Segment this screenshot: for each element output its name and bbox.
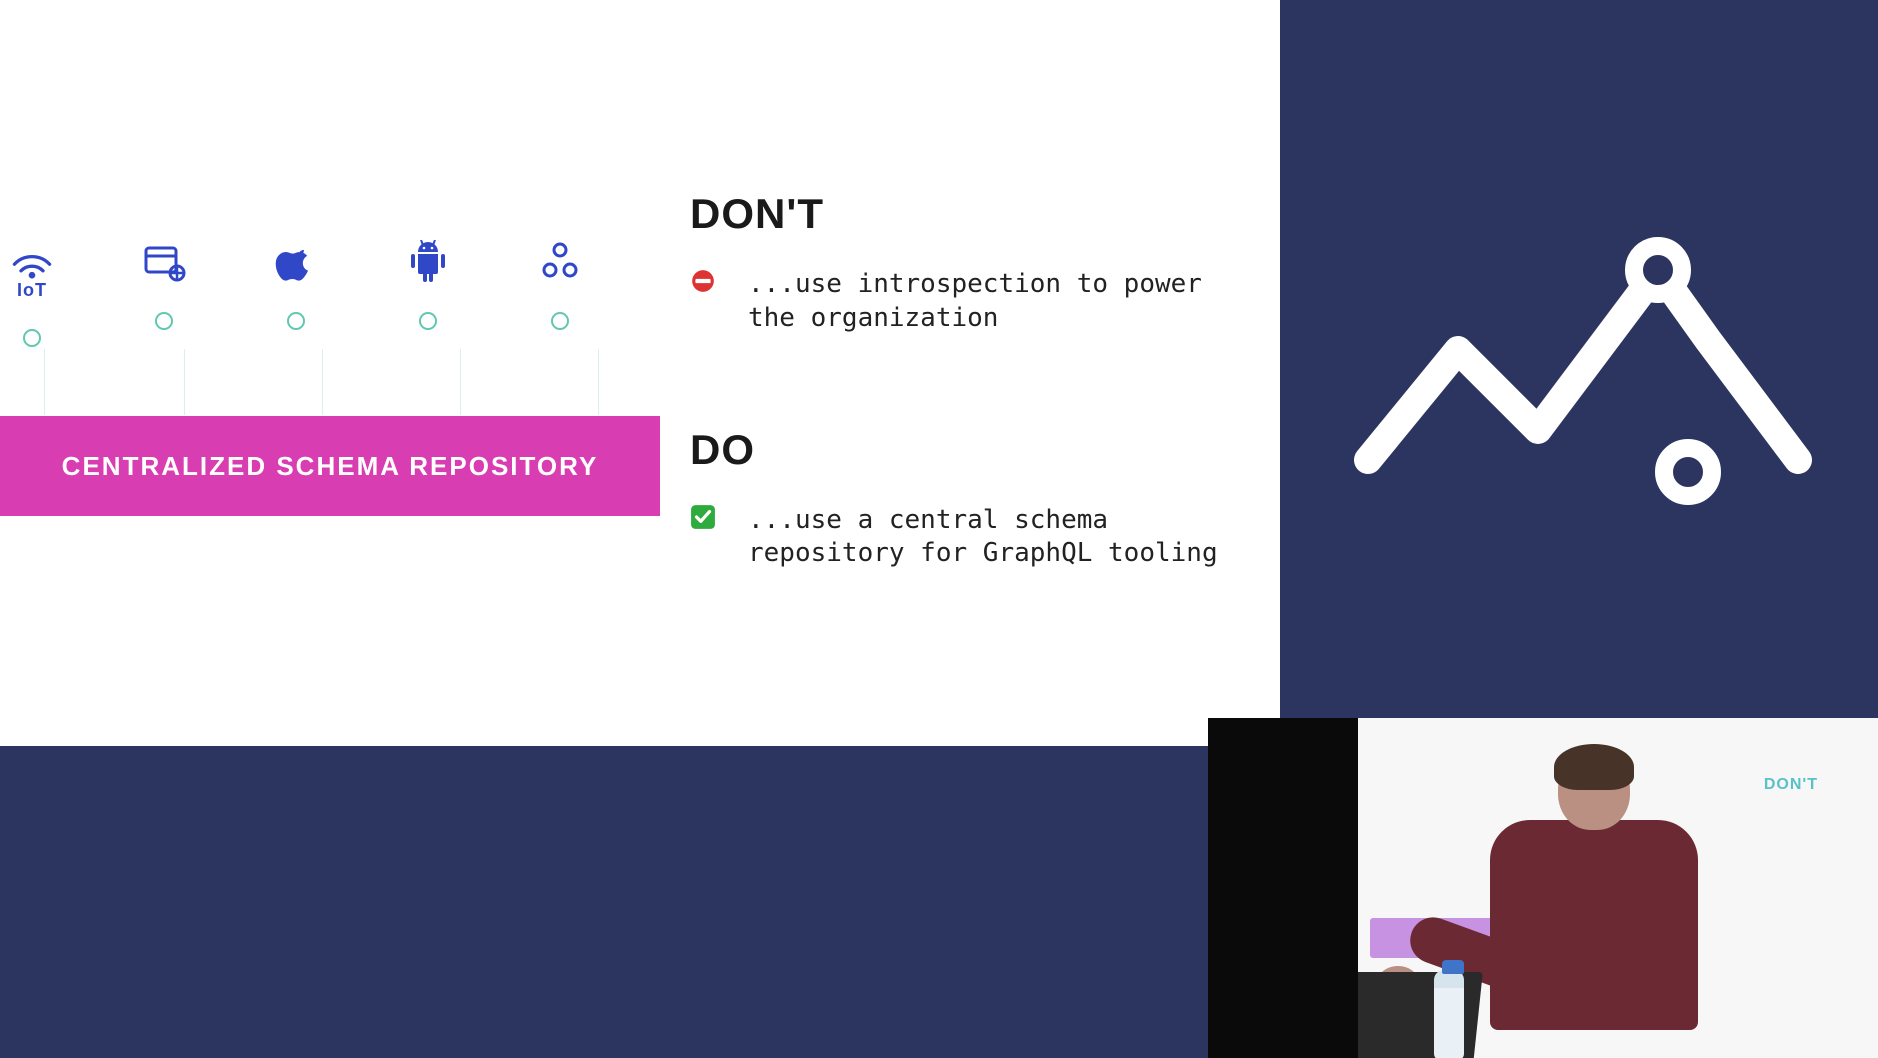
dont-block: DON'T ...use introspection to power the … [690,190,1230,336]
no-entry-icon [690,268,716,294]
dont-heading: DON'T [690,190,1230,238]
client-apple [274,240,318,347]
node-ring [23,329,41,347]
android-icon [406,240,450,284]
client-iot: IoT [10,240,54,347]
client-web [142,240,186,347]
connector-lines [0,335,640,415]
client-icon-row: IoT [10,240,650,347]
apple-icon [274,240,318,284]
client-android [406,240,450,347]
schema-repo-box: CENTRALIZED SCHEMA REPOSITORY [0,416,660,516]
do-heading: DO [690,426,1230,474]
iot-label: IoT [17,280,47,301]
presenter-figure [1438,750,1698,1058]
presentation-slide: IoT [0,0,1280,746]
node-ring [155,312,173,330]
water-bottle [1434,970,1464,1058]
speaker-video: DON'T [1208,718,1878,1058]
laptop-icon [1358,972,1483,1058]
schema-repo-label: CENTRALIZED SCHEMA REPOSITORY [62,451,599,482]
iot-icon: IoT [10,240,54,301]
projected-dont-label: DON'T [1764,776,1818,794]
cluster-icon [538,240,582,284]
client-cluster [538,240,582,347]
check-icon [690,504,716,530]
node-ring [551,312,569,330]
dont-text: ...use introspection to power the organi… [748,268,1230,336]
brand-logo-icon [1348,230,1818,520]
do-block: DO ...use a central schema repository fo… [690,426,1230,572]
browser-icon [142,240,186,284]
guidance-column: DON'T ...use introspection to power the … [690,190,1230,571]
node-ring [419,312,437,330]
do-text: ...use a central schema repository for G… [748,504,1230,572]
node-ring [287,312,305,330]
speaker-frame: DON'T [1358,718,1878,1058]
